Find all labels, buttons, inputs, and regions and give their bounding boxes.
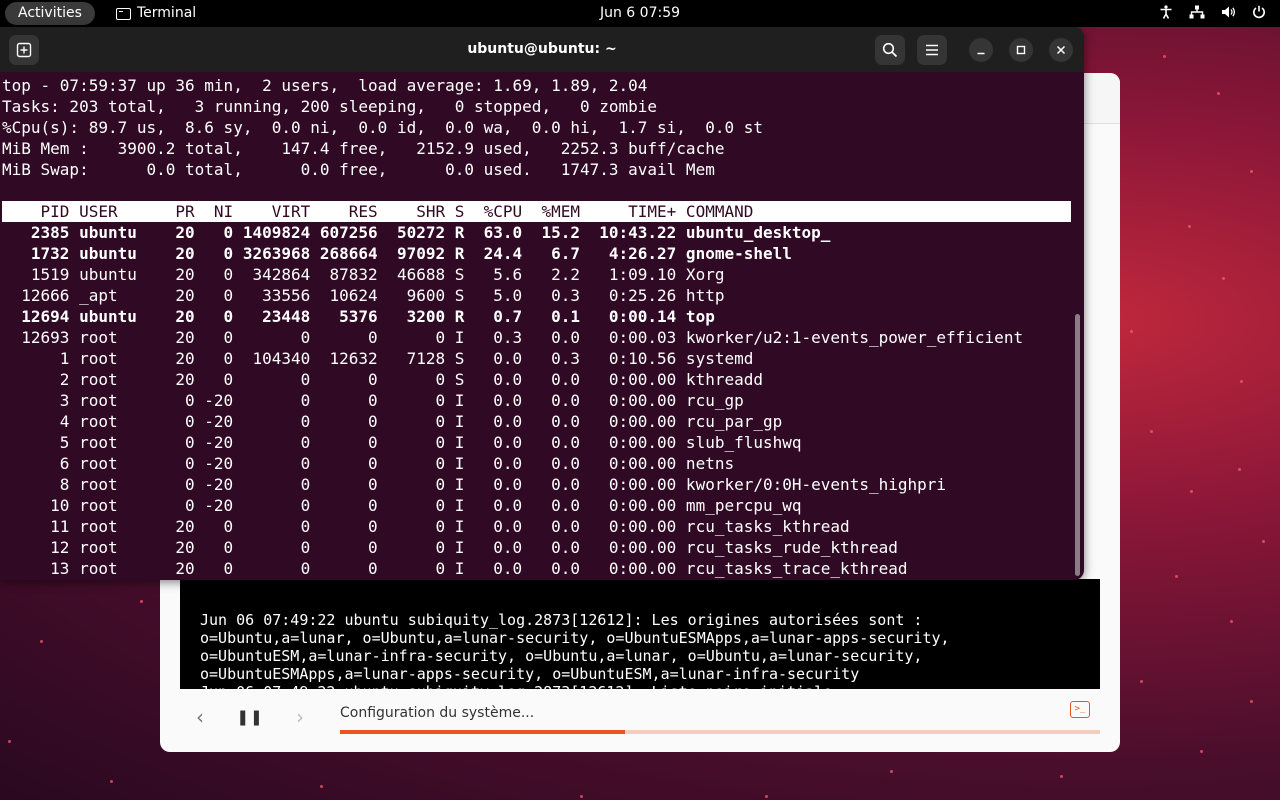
terminal-headerbar: ubuntu@ubuntu: ~ bbox=[0, 27, 1084, 72]
show-terminal-icon[interactable]: >_ bbox=[1070, 701, 1090, 718]
minimize-icon bbox=[977, 52, 985, 55]
app-menu-terminal[interactable]: Terminal bbox=[116, 0, 196, 27]
search-icon bbox=[882, 42, 898, 58]
process-row: 12694 ubuntu 20 0 23448 5376 3200 R 0.7 … bbox=[2, 307, 715, 326]
close-button[interactable] bbox=[1049, 38, 1073, 62]
terminal-scrollbar[interactable] bbox=[1075, 314, 1080, 576]
process-row: 8 root 0 -20 0 0 0 I 0.0 0.0 0:00.00 kwo… bbox=[2, 475, 947, 494]
process-row: 1 root 20 0 104340 12632 7128 S 0.0 0.3 … bbox=[2, 349, 754, 368]
power-icon[interactable] bbox=[1252, 5, 1266, 23]
top-summary-line: %Cpu(s): 89.7 us, 8.6 sy, 0.0 ni, 0.0 id… bbox=[2, 118, 763, 137]
log-line: o=UbuntuESM,a=lunar-infra-security, o=Ub… bbox=[200, 647, 923, 665]
maximize-button[interactable] bbox=[1009, 38, 1033, 62]
search-button[interactable] bbox=[875, 35, 905, 65]
close-icon bbox=[1056, 45, 1066, 55]
process-row: 12666 _apt 20 0 33556 10624 9600 S 5.0 0… bbox=[2, 286, 725, 305]
installer-footer: ‹ ❚❚ › Configuration du système... >_ bbox=[160, 693, 1120, 752]
process-row: 12693 root 20 0 0 0 0 I 0.3 0.0 0:00.03 … bbox=[2, 328, 1024, 347]
pause-button[interactable]: ❚❚ bbox=[230, 703, 270, 731]
log-line: o=Ubuntu,a=lunar, o=Ubuntu,a=lunar-secur… bbox=[200, 629, 950, 647]
hamburger-icon bbox=[926, 44, 938, 56]
minimize-button[interactable] bbox=[969, 38, 993, 62]
forward-button[interactable]: › bbox=[280, 703, 320, 731]
process-row: 1732 ubuntu 20 0 3263968 268664 97092 R … bbox=[2, 244, 792, 263]
progress-fill bbox=[340, 730, 625, 734]
progress-bar bbox=[340, 730, 1100, 734]
activities-button[interactable]: Activities bbox=[5, 2, 95, 25]
top-summary-line: Tasks: 203 total, 3 running, 200 sleepin… bbox=[2, 97, 658, 116]
process-row: 5 root 0 -20 0 0 0 I 0.0 0.0 0:00.00 slu… bbox=[2, 433, 802, 452]
top-summary-line: MiB Mem : 3900.2 total, 147.4 free, 2152… bbox=[2, 139, 725, 158]
network-icon[interactable] bbox=[1189, 5, 1205, 23]
menu-button[interactable] bbox=[917, 35, 947, 65]
log-line: Jun 06 07:49:22 ubuntu subiquity_log.287… bbox=[200, 683, 1080, 689]
process-row: 2 root 20 0 0 0 0 S 0.0 0.0 0:00.00 kthr… bbox=[2, 370, 763, 389]
process-row: 13 root 20 0 0 0 0 I 0.0 0.0 0:00.00 rcu… bbox=[2, 559, 908, 578]
terminal-window[interactable]: ubuntu@ubuntu: ~ top - 07:59:37 up 36 mi… bbox=[0, 27, 1084, 580]
maximize-icon bbox=[1016, 45, 1026, 55]
log-line: o=UbuntuESMApps,a=lunar-apps-security, o… bbox=[200, 665, 860, 683]
process-row: 11 root 20 0 0 0 0 I 0.0 0.0 0:00.00 rcu… bbox=[2, 517, 850, 536]
process-table-header: PID USER PR NI VIRT RES SHR S %CPU %MEM … bbox=[2, 201, 1071, 222]
process-row: 2385 ubuntu 20 0 1409824 607256 50272 R … bbox=[2, 223, 831, 242]
terminal-icon bbox=[116, 7, 131, 20]
system-tray[interactable] bbox=[1159, 0, 1266, 27]
process-row: 6 root 0 -20 0 0 0 I 0.0 0.0 0:00.00 net… bbox=[2, 454, 735, 473]
top-bar: Activities Terminal Jun 6 07:59 bbox=[0, 0, 1280, 27]
installer-log: Jun 06 07:49:22 ubuntu subiquity_log.287… bbox=[180, 579, 1100, 689]
accessibility-icon[interactable] bbox=[1159, 4, 1173, 23]
log-line: Jun 06 07:49:22 ubuntu subiquity_log.287… bbox=[200, 611, 923, 629]
process-row: 12 root 20 0 0 0 0 I 0.0 0.0 0:00.00 rcu… bbox=[2, 538, 898, 557]
volume-icon[interactable] bbox=[1221, 5, 1236, 23]
top-summary-line: top - 07:59:37 up 36 min, 2 users, load … bbox=[2, 76, 648, 95]
process-row: 10 root 0 -20 0 0 0 I 0.0 0.0 0:00.00 mm… bbox=[2, 496, 802, 515]
process-row: 4 root 0 -20 0 0 0 I 0.0 0.0 0:00.00 rcu… bbox=[2, 412, 783, 431]
top-summary-line: MiB Swap: 0.0 total, 0.0 free, 0.0 used.… bbox=[2, 160, 715, 179]
terminal-output[interactable]: top - 07:59:37 up 36 min, 2 users, load … bbox=[2, 75, 1078, 579]
back-button[interactable]: ‹ bbox=[180, 703, 220, 731]
process-row: 1519 ubuntu 20 0 342864 87832 46688 S 5.… bbox=[2, 265, 725, 284]
status-text: Configuration du système... bbox=[340, 705, 535, 721]
app-menu-label: Terminal bbox=[137, 5, 197, 21]
process-row: 3 root 0 -20 0 0 0 I 0.0 0.0 0:00.00 rcu… bbox=[2, 391, 744, 410]
